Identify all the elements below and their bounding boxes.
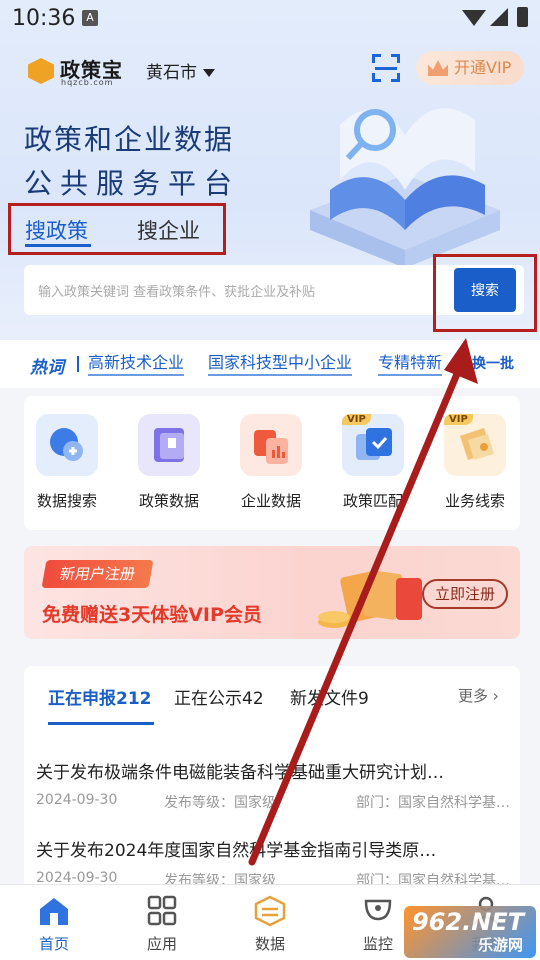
more-link[interactable]: 更多 ›: [458, 685, 499, 706]
data-search-icon: [36, 414, 98, 476]
watermark-domain: 962.NET: [412, 908, 525, 936]
policy-title: 关于发布极端条件电磁能装备科学基础重大研究计划…: [36, 763, 444, 783]
nav-home[interactable]: 首页: [14, 895, 94, 955]
gift-coins-illustration: [318, 570, 422, 628]
monitor-icon: [364, 899, 392, 921]
policy-book-icon: [138, 414, 200, 476]
notification-icon: A: [82, 10, 98, 26]
app-screen: 10:36 A 政策宝 hqzcb.com 黄石市 开通VIP 政策和企业数据 …: [0, 0, 540, 960]
logo-domain: hqzcb.com: [61, 78, 114, 87]
active-tab-underline: [48, 722, 154, 725]
hero-line-2: 公共服务平台: [24, 167, 241, 200]
hot-keywords-bar: 热词 高新技术企业 国家科技型中小企业 专精特新 换一批: [0, 340, 540, 388]
register-now-button[interactable]: 立即注册: [422, 579, 508, 609]
scan-icon[interactable]: [372, 54, 400, 82]
hero-headline: 政策和企业数据 公共服务平台: [24, 118, 240, 206]
tab-search-enterprise[interactable]: 搜企业: [137, 215, 200, 245]
chevron-right-icon: ›: [492, 687, 499, 705]
nav-label: 首页: [38, 935, 69, 953]
logo-cube-icon: [28, 58, 54, 84]
nav-data[interactable]: 数据: [230, 895, 310, 955]
hot-keyword[interactable]: 高新技术企业: [88, 352, 185, 376]
site-watermark: 962.NET 乐游网: [404, 906, 536, 958]
tab-applying[interactable]: 正在申报212: [48, 684, 152, 709]
refresh-keywords-button[interactable]: 换一批: [468, 353, 514, 373]
policy-level: 发布等级：国家级: [164, 795, 276, 811]
app-label: 数据搜索: [36, 492, 97, 510]
status-time: 10:36: [12, 6, 76, 31]
register-banner[interactable]: 新用户注册 免费赠送3天体验VIP会员 立即注册: [24, 546, 520, 639]
hero-line-1: 政策和企业数据: [24, 123, 235, 156]
app-logo: 政策宝 hqzcb.com: [28, 54, 138, 90]
nav-label: 应用: [146, 935, 177, 953]
banner-offer-text: 免费赠送3天体验VIP会员: [42, 604, 262, 626]
search-placeholder: 输入政策关键词 查看政策条件、获批企业及补贴: [38, 285, 316, 300]
app-data-search[interactable]: 数据搜索: [24, 414, 114, 518]
app-enterprise-data[interactable]: 企业数据: [228, 414, 318, 518]
open-vip-label: 开通VIP: [454, 58, 512, 77]
book-illustration: [310, 108, 500, 268]
app-policy-data[interactable]: 政策数据: [126, 414, 216, 518]
new-user-tag: 新用户注册: [41, 560, 154, 588]
battery-icon: [517, 7, 528, 27]
hot-label: 热词: [30, 358, 64, 378]
search-button-highlight: [433, 254, 537, 332]
data-cube-icon: [254, 895, 286, 927]
signal-icon: [490, 8, 508, 26]
search-tabs-highlight: 搜政策 搜企业: [8, 203, 226, 255]
policy-panel: 正在申报212 正在公示42 新发文件9 更多 › 关于发布极端条件电磁能装备科…: [24, 666, 520, 906]
tab-publicizing[interactable]: 正在公示42: [174, 684, 264, 709]
enterprise-chart-icon: [240, 414, 302, 476]
nav-apps[interactable]: 应用: [122, 895, 202, 955]
policy-date: 2024-09-30: [36, 792, 118, 808]
app-label: 企业数据: [240, 492, 301, 510]
app-label: 政策数据: [138, 492, 199, 510]
policy-match-icon: VIP: [342, 414, 404, 476]
business-lead-icon: VIP: [444, 414, 506, 476]
app-business-leads[interactable]: VIP 业务线索: [432, 414, 522, 518]
vip-badge: VIP: [444, 414, 473, 425]
hot-divider: [77, 356, 79, 372]
tab-search-policy[interactable]: 搜政策: [25, 215, 88, 245]
more-label: 更多: [458, 687, 489, 705]
city-selector[interactable]: 黄石市: [146, 58, 215, 83]
home-icon: [40, 898, 68, 925]
active-tab-underline: [25, 244, 91, 247]
feature-grid: 数据搜索 政策数据 企业数据 VIP 政策匹配 VIP 业务线索: [24, 396, 520, 530]
policy-title: 关于发布2024年度国家自然科学基金指南引导类原…: [36, 841, 437, 861]
status-bar: 10:36 A: [0, 0, 540, 36]
wifi-icon: [462, 10, 486, 26]
caret-down-icon: [203, 69, 215, 77]
app-policy-match[interactable]: VIP 政策匹配: [330, 414, 420, 518]
crown-icon: [428, 60, 448, 76]
watermark-site-name: 乐游网: [478, 936, 524, 954]
grid-apps-icon: [147, 895, 177, 926]
policy-list-item[interactable]: 关于发布极端条件电磁能装备科学基础重大研究计划… 2024-09-30 发布等级…: [36, 758, 512, 828]
vip-badge: VIP: [342, 414, 371, 425]
nav-label: 数据: [254, 935, 285, 953]
tab-new-documents[interactable]: 新发文件9: [290, 684, 369, 709]
hot-keyword[interactable]: 国家科技型中小企业: [208, 352, 353, 376]
hot-keyword[interactable]: 专精特新: [378, 352, 443, 376]
app-label: 政策匹配: [342, 492, 403, 510]
policy-department: 部门：国家自然科学基…: [356, 795, 510, 811]
city-label: 黄石市: [146, 63, 197, 83]
app-label: 业务线索: [444, 492, 505, 510]
